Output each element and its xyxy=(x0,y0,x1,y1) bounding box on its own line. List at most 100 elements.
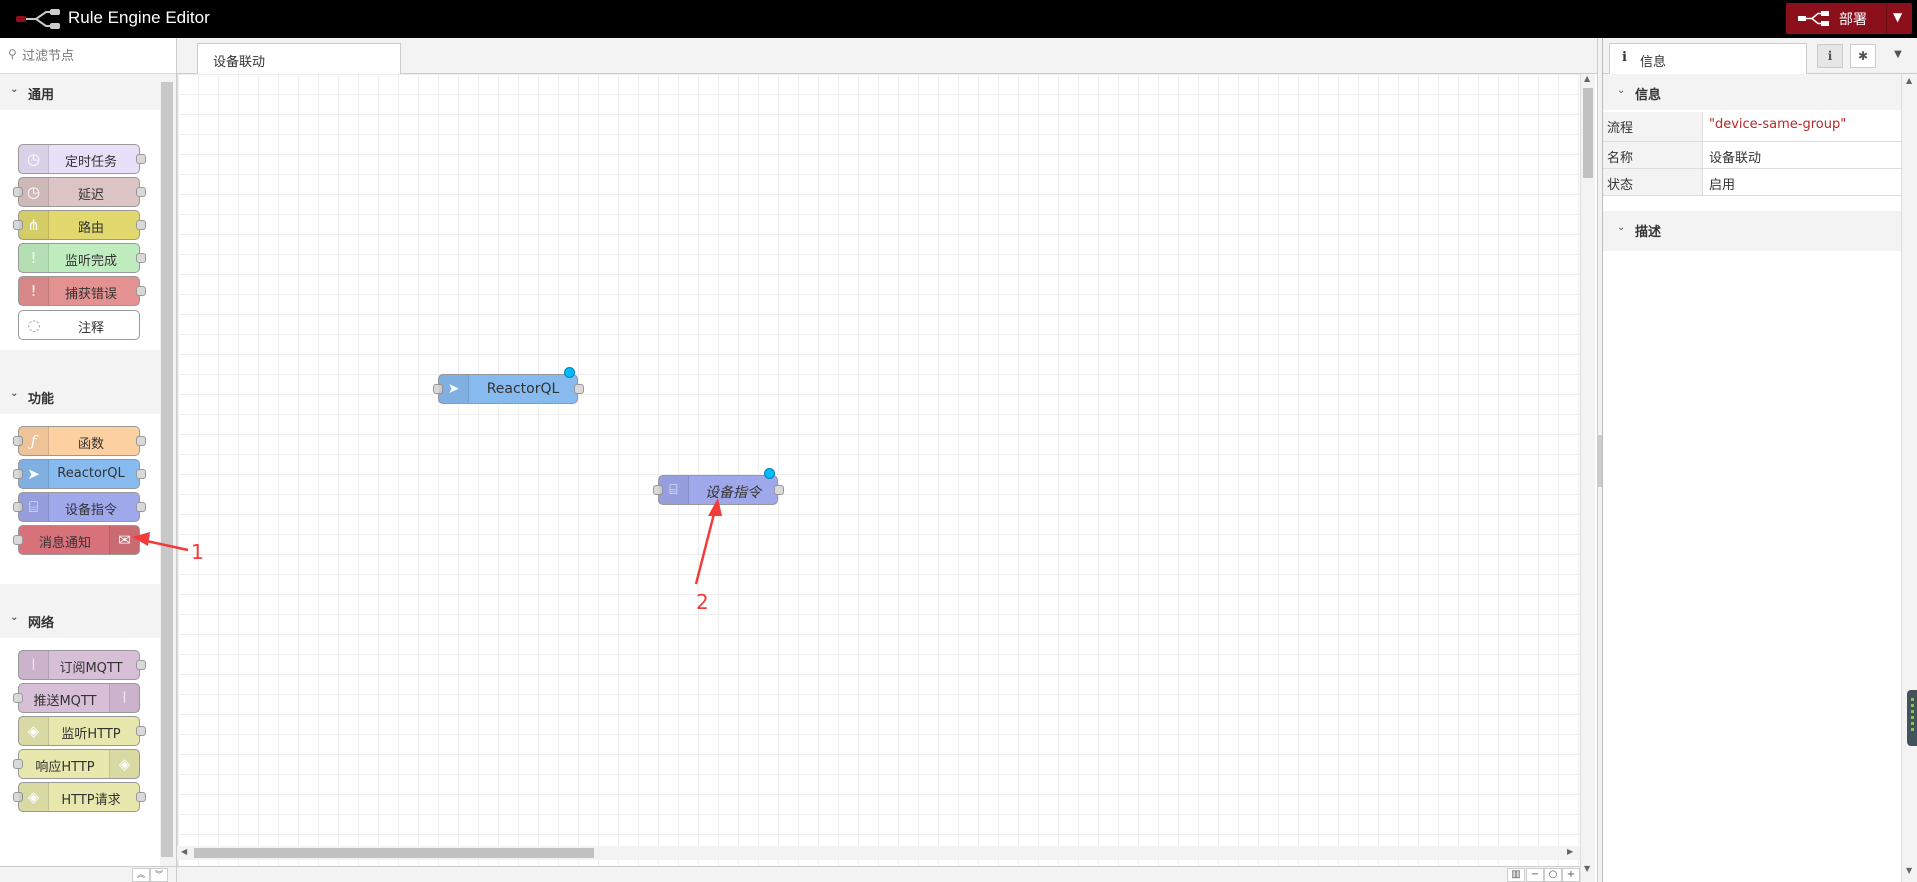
palette-node-catch[interactable]: ! 捕获错误 xyxy=(18,276,146,306)
chevron-down-icon: ⌄ xyxy=(1617,85,1626,96)
output-port[interactable] xyxy=(136,469,146,479)
map-icon[interactable]: ▥ xyxy=(1507,868,1525,882)
device-command-icon: ⌸ xyxy=(19,493,49,521)
workspace-footer: ▥ − ○ + xyxy=(177,866,1580,882)
input-port[interactable] xyxy=(13,759,23,769)
scroll-thumb[interactable] xyxy=(1583,88,1593,178)
canvas-vertical-scrollbar[interactable]: ▲ ▼ xyxy=(1580,74,1595,882)
output-port[interactable] xyxy=(574,384,584,394)
node-label: 定时任务 xyxy=(64,155,117,170)
output-port[interactable] xyxy=(136,154,146,164)
scroll-right-icon[interactable]: ▶ xyxy=(1567,847,1573,856)
node-label: 消息通知 xyxy=(38,536,91,551)
palette-node-http-in[interactable]: ◈ 监听HTTP xyxy=(18,716,146,746)
palette-node-comment[interactable]: ◌ 注释 xyxy=(18,310,140,340)
app-title: Rule Engine Editor xyxy=(68,8,210,27)
chevron-down-icon: ⌄ xyxy=(10,388,19,399)
expand-all-icon[interactable]: ︾ xyxy=(150,868,168,882)
palette-node-function[interactable]: ƒ 函数 xyxy=(13,426,146,456)
info-row-flow: 流程 "device-same-group" xyxy=(1603,112,1901,142)
palette-category-network[interactable]: ⌄ 网络 xyxy=(0,602,160,638)
palette-node-http-response[interactable]: 响应HTTP ◈ xyxy=(13,749,140,779)
output-port[interactable] xyxy=(136,660,146,670)
scroll-thumb[interactable] xyxy=(194,848,594,858)
output-port[interactable] xyxy=(136,286,146,296)
annotation-label: 2 xyxy=(696,590,709,614)
sidebar-scrollbar[interactable]: ▲ ▼ xyxy=(1901,74,1917,882)
output-port[interactable] xyxy=(136,187,146,197)
tab-info[interactable]: i 信息 xyxy=(1609,43,1807,75)
palette-category-body-cont: ◌ 注释 xyxy=(0,310,160,350)
node-label: ReactorQL xyxy=(486,381,560,397)
http-icon: ◈ xyxy=(109,750,139,778)
mqtt-icon: ⦚ xyxy=(19,651,49,679)
node-label: 延迟 xyxy=(77,188,104,203)
input-port[interactable] xyxy=(13,535,23,545)
palette-category-body: ⦚ 订阅MQTT 推送MQTT ⦚ ◈ 监听HTTP 响应HTTP ◈ ◈ HT… xyxy=(0,638,160,866)
output-port[interactable] xyxy=(136,436,146,446)
tab-label: 信息 xyxy=(1640,55,1667,70)
annotation-label: 1 xyxy=(191,540,204,564)
chevron-down-icon[interactable]: ▼ xyxy=(1885,44,1911,68)
node-label: ReactorQL xyxy=(57,466,125,481)
palette-node-device-command[interactable]: ⌸ 设备指令 xyxy=(13,492,146,522)
zoom-reset-icon[interactable]: ○ xyxy=(1544,868,1562,882)
comment-icon: ◌ xyxy=(27,316,41,334)
output-port[interactable] xyxy=(774,485,784,495)
widget-bar xyxy=(1911,704,1914,707)
category-label: 通用 xyxy=(28,88,55,103)
reactorql-icon: ➤ xyxy=(439,375,469,403)
palette-node-mqtt-out[interactable]: 推送MQTT ⦚ xyxy=(13,683,140,713)
deploy-menu-caret-icon[interactable]: ▼ xyxy=(1893,10,1902,24)
scroll-down-icon[interactable]: ▼ xyxy=(1906,866,1912,875)
scroll-left-icon[interactable]: ◀ xyxy=(181,847,187,856)
palette-node-delay[interactable]: ◷ 延迟 xyxy=(13,177,146,207)
deploy-button[interactable]: 部署 ▼ xyxy=(1786,3,1912,34)
palette-node-switch[interactable]: ⋔ 路由 xyxy=(13,210,146,240)
status-widget[interactable] xyxy=(1907,690,1917,746)
scroll-down-icon[interactable]: ▼ xyxy=(1584,864,1590,873)
palette-node-timer[interactable]: ◷ 定时任务 xyxy=(18,144,146,174)
collapse-all-icon[interactable]: ︽ xyxy=(132,868,150,882)
http-icon: ◈ xyxy=(19,717,49,745)
function-icon: ƒ xyxy=(19,427,49,455)
scroll-up-icon[interactable]: ▲ xyxy=(1906,76,1912,85)
scroll-up-icon[interactable]: ▲ xyxy=(1584,74,1590,83)
node-label: 函数 xyxy=(77,437,104,452)
node-label: 响应HTTP xyxy=(35,760,95,775)
zoom-out-icon[interactable]: − xyxy=(1526,868,1544,882)
search-icon: ⚲ xyxy=(8,47,17,61)
info-value: 设备联动 xyxy=(1709,151,1762,166)
info-icon[interactable]: i xyxy=(1817,44,1843,68)
palette-scrollbar[interactable] xyxy=(161,82,173,857)
output-port[interactable] xyxy=(136,220,146,230)
node-label: 监听HTTP xyxy=(61,727,121,742)
palette-category-function[interactable]: ⌄ 功能 xyxy=(0,378,160,414)
palette-search-input[interactable] xyxy=(22,46,162,66)
debug-icon[interactable]: ✱ xyxy=(1850,44,1876,68)
palette-node-complete[interactable]: ! 监听完成 xyxy=(18,243,146,273)
palette-category-common[interactable]: ⌄ 通用 xyxy=(0,74,160,110)
palette-node-http-request[interactable]: ◈ HTTP请求 xyxy=(13,782,146,812)
palette-node-reactorql[interactable]: ➤ ReactorQL xyxy=(13,459,146,489)
chevron-down-icon: ⌄ xyxy=(10,84,19,95)
palette-node-notify[interactable]: 消息通知 ✉ xyxy=(13,525,140,555)
workspace-tabbar: 设备联动 xyxy=(177,38,1597,75)
palette-node-mqtt-in[interactable]: ⦚ 订阅MQTT xyxy=(18,650,146,680)
section-description[interactable]: ⌄ 描述 xyxy=(1603,207,1901,251)
output-port[interactable] xyxy=(136,253,146,263)
section-info[interactable]: ⌄ 信息 xyxy=(1603,74,1901,110)
output-port[interactable] xyxy=(136,792,146,802)
widget-bar xyxy=(1911,710,1914,713)
input-port[interactable] xyxy=(13,693,23,703)
flow-node-reactorql[interactable]: ➤ ReactorQL xyxy=(433,367,584,404)
switch-icon: ⋔ xyxy=(19,211,49,239)
output-port[interactable] xyxy=(136,726,146,736)
canvas-horizontal-scrollbar[interactable]: ◀ ▶ xyxy=(177,846,1580,860)
http-icon: ◈ xyxy=(19,783,49,811)
flow-canvas[interactable]: ➤ ReactorQL ⌸ 设备指令 2 xyxy=(177,74,1580,870)
tab-flow[interactable]: 设备联动 xyxy=(197,43,401,75)
output-port[interactable] xyxy=(136,502,146,512)
timer-icon: ◷ xyxy=(19,145,49,173)
zoom-in-icon[interactable]: + xyxy=(1562,868,1580,882)
